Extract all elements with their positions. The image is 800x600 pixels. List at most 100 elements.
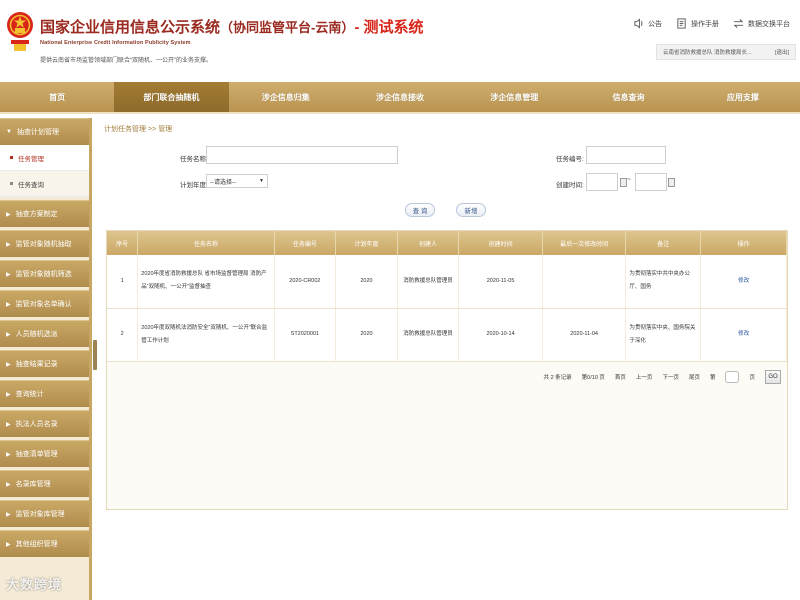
nav-item-home[interactable]: 首页	[0, 82, 114, 112]
nav-item-joint-random[interactable]: 部门联合抽随机	[114, 82, 229, 112]
table-cell: 2020-10-14	[458, 308, 543, 362]
query-button[interactable]: 查 询	[405, 203, 435, 217]
plan-year-select[interactable]: --请选择-- ▼	[206, 174, 268, 188]
task-no-input[interactable]	[586, 146, 666, 164]
header: 国家企业信用信息公示系统（协同监管平台-云南）- 测试系统 National E…	[0, 0, 800, 82]
sidebar-group[interactable]: ▶ 查询统计	[0, 380, 89, 407]
nav-item-info-manage[interactable]: 涉企信息管理	[457, 82, 571, 112]
table-cell: 为贯彻落实中共中央办公厅、国务	[625, 255, 702, 309]
page-number-input[interactable]	[725, 371, 740, 383]
exchange-link[interactable]: 数据交换平台	[733, 18, 790, 29]
create-time-end-input[interactable]	[635, 173, 667, 191]
add-button[interactable]: 新增	[456, 203, 486, 217]
title-test-label: - 测试系统	[354, 19, 424, 36]
column-header: 任务名称	[137, 231, 275, 255]
page-info: 第0/10 页	[581, 375, 605, 381]
sidebar-group[interactable]: ▶ 其他组织管理	[0, 530, 89, 557]
pagination: 共 2 条记录 第0/10 页 首页 上一页 下一页 尾页 第 页 GO	[107, 365, 787, 389]
triangle-right-icon: ▶	[6, 511, 11, 518]
sidebar-group[interactable]: ▶ 监管对象随机筛选	[0, 260, 89, 287]
user-bar: 云南省消防救援总队 消防救援局长... [退出]	[656, 44, 796, 60]
title-main: 国家企业信用信息公示系统	[40, 19, 221, 36]
table-cell: 2020-11-05	[458, 255, 543, 309]
table-cell: 2	[107, 308, 139, 362]
triangle-right-icon: ▶	[6, 331, 11, 338]
sidebar-group[interactable]: ▶ 监管对象名单确认	[0, 290, 89, 317]
breadcrumb-current: 管理	[158, 126, 173, 133]
sidebar-group-label: 抽查方案制定	[15, 211, 58, 218]
sidebar-group[interactable]: ▶ 抽查结果记录	[0, 350, 89, 377]
sidebar-group-plan-manage[interactable]: ▼ 抽查计划管理	[0, 118, 89, 145]
triangle-right-icon: ▶	[6, 541, 11, 548]
logout-link[interactable]: [退出]	[775, 48, 789, 56]
column-header: 计划年度	[335, 231, 398, 255]
sidebar-group[interactable]: ▶ 抽查方案制定	[0, 200, 89, 227]
column-header: 操作	[700, 231, 787, 255]
sidebar-group[interactable]: ▶ 监管对象库管理	[0, 500, 89, 527]
sidebar-item-task-query[interactable]: 任务查询	[0, 171, 89, 197]
system-title: 国家企业信用信息公示系统（协同监管平台-云南）- 测试系统	[40, 16, 424, 37]
table-cell: 为贯彻落实中央、国务院关于深化	[625, 308, 702, 362]
sidebar-group[interactable]: ▶ 名录库管理	[0, 470, 89, 497]
first-page-link[interactable]: 首页	[615, 373, 626, 381]
triangle-right-icon: ▶	[6, 211, 11, 218]
nav-item-app-support[interactable]: 应用支撑	[686, 82, 800, 112]
exchange-icon	[733, 19, 744, 28]
bullet-icon	[10, 156, 13, 159]
sidebar-group[interactable]: ▶ 抽查清单管理	[0, 440, 89, 467]
task-table-container: 序号 任务名称 任务编号 计划年度 创建人 创建时间 最后一次修改时间 备注 操…	[106, 230, 788, 510]
calendar-icon[interactable]	[620, 178, 627, 187]
edit-link[interactable]: 修改	[738, 331, 749, 337]
table-cell: 2020-11-04	[542, 308, 627, 362]
triangle-right-icon: ▶	[6, 481, 11, 488]
sidebar-item-label: 任务查询	[18, 181, 44, 189]
prev-page-link[interactable]: 上一页	[636, 373, 653, 381]
nav-item-info-collect[interactable]: 涉企信息归集	[229, 82, 343, 112]
column-header: 创建人	[397, 231, 460, 255]
table-row: 1 2020年度省消防救援总队 省市场监督管理局 消防产品“双随机、一公开”监督…	[107, 255, 787, 309]
table-cell: 2020年度双随机法消防安全“双随机、一公开”联合监管工作计划	[137, 308, 275, 362]
sidebar-group-label: 监管对象随机筛选	[15, 271, 72, 278]
manual-link[interactable]: 操作手册	[676, 18, 719, 29]
go-button[interactable]: GO	[765, 370, 781, 384]
create-time-start-input[interactable]	[586, 173, 618, 191]
breadcrumb-root[interactable]: 计划任务管理	[104, 126, 146, 133]
nav-item-info-receive[interactable]: 涉企信息接收	[343, 82, 457, 112]
calendar-icon[interactable]	[668, 178, 675, 187]
nav-item-info-query[interactable]: 信息查询	[571, 82, 685, 112]
table-cell: 修改	[700, 255, 787, 309]
plan-year-label: 计划年度:	[180, 182, 208, 189]
triangle-right-icon: ▶	[6, 421, 11, 428]
sidebar-group[interactable]: ▶ 人员随机选派	[0, 320, 89, 347]
exchange-label: 数据交换平台	[748, 20, 790, 28]
sidebar-group[interactable]: ▶ 监管对象随机抽取	[0, 230, 89, 257]
next-page-link[interactable]: 下一页	[662, 373, 679, 381]
edit-link[interactable]: 修改	[738, 278, 749, 284]
announcement-link[interactable]: 公告	[633, 18, 662, 29]
table-cell: 2020	[335, 308, 398, 362]
main-nav: 首页 部门联合抽随机 涉企信息归集 涉企信息接收 涉企信息管理 信息查询 应用支…	[0, 82, 800, 114]
breadcrumb-separator: >>	[148, 126, 157, 133]
chevron-down-icon: ▼	[259, 178, 264, 184]
subtitle-cn: 提供云南省市场监管领域部门联合“双随机、一公开”的业务支撑。	[40, 58, 212, 64]
main-content: 计划任务管理 >> 管理 任务名称: 任务编号: 计划年度: --请选择-- ▼ 创…	[100, 118, 800, 600]
goto-prefix: 第	[709, 375, 716, 381]
triangle-right-icon: ▶	[6, 451, 11, 458]
date-range-separator: ~	[627, 176, 631, 183]
speaker-icon	[634, 18, 643, 29]
manual-label: 操作手册	[691, 20, 719, 28]
sidebar-group[interactable]: ▶ 执法人员名录	[0, 410, 89, 437]
triangle-right-icon: ▶	[6, 361, 11, 368]
plan-year-value: --请选择--	[210, 179, 236, 186]
table-cell: 2020	[335, 255, 398, 309]
sidebar-item-task-manage[interactable]: 任务管理	[0, 145, 89, 171]
task-name-input[interactable]	[206, 146, 398, 164]
last-page-link[interactable]: 尾页	[689, 373, 700, 381]
sidebar-collapse-handle[interactable]	[93, 340, 97, 370]
goto-suffix: 页	[749, 375, 755, 381]
table-row: 2 2020年度双随机法消防安全“双随机、一公开”联合监管工作计划 ST2020…	[107, 308, 787, 362]
column-header: 创建时间	[458, 231, 543, 255]
column-header: 最后一次修改时间	[542, 231, 627, 255]
sidebar: ▼ 抽查计划管理 任务管理 任务查询 ▶ 抽查方案制定 ▶ 监管对象随机抽取 ▶ 监管…	[0, 118, 92, 600]
sidebar-group-label: 名录库管理	[15, 481, 51, 488]
